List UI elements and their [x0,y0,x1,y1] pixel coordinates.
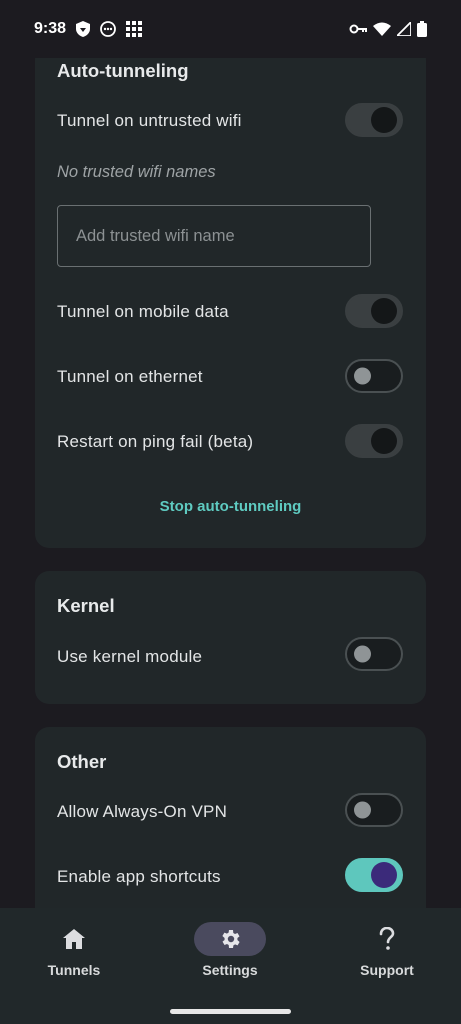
app-shortcuts-label: Enable app shortcuts [57,867,221,886]
mobile-data-toggle[interactable] [345,294,403,328]
auto-tunneling-card: Auto-tunneling Tunnel on untrusted wifi … [35,58,426,548]
settings-content[interactable]: Auto-tunneling Tunnel on untrusted wifi … [0,58,461,908]
always-on-vpn-label: Allow Always-On VPN [57,802,228,821]
app-shortcuts-toggle[interactable] [345,858,403,892]
gesture-handle[interactable] [170,1009,291,1014]
grid-app-icon [126,21,143,37]
trusted-wifi-input[interactable] [58,206,370,266]
bottom-navigation: Tunnels Settings Support [0,908,461,1024]
question-mark-icon [379,927,395,950]
kernel-module-label: Use kernel module [57,647,203,666]
ping-fail-toggle[interactable] [345,424,403,458]
vpn-key-icon [349,24,367,34]
nav-tunnels[interactable]: Tunnels [14,922,134,978]
ping-fail-label: Restart on ping fail (beta) [57,432,254,451]
mobile-data-label: Tunnel on mobile data [57,302,229,321]
messaging-icon [100,21,116,37]
trusted-wifi-input-field[interactable] [57,205,371,267]
other-title: Other [57,751,107,772]
home-icon [63,929,85,949]
stop-auto-tunneling-button[interactable]: Stop auto-tunneling [35,498,426,515]
ethernet-label: Tunnel on ethernet [57,367,203,386]
kernel-module-toggle[interactable] [345,637,403,671]
no-trusted-wifi-hint: No trusted wifi names [57,163,216,181]
status-time: 9:38 [34,20,67,37]
nav-support-label: Support [360,962,414,978]
nav-settings-label: Settings [202,962,258,978]
nav-support[interactable]: Support [327,922,447,978]
wifi-icon [373,22,391,36]
settings-screen: 9:38 Auto-tunneling Tunnel on untrusted … [0,0,461,1024]
other-card: Other Allow Always-On VPN Enable app sho… [35,727,426,908]
auto-tunneling-title: Auto-tunneling [57,60,189,81]
untrusted-wifi-toggle[interactable] [345,103,403,137]
status-bar: 9:38 [0,0,461,58]
ethernet-toggle[interactable] [345,359,403,393]
kernel-title: Kernel [57,595,115,616]
nav-settings[interactable]: Settings [170,922,290,978]
kernel-card: Kernel Use kernel module [35,571,426,704]
vpn-shield-icon [76,21,91,37]
always-on-vpn-toggle[interactable] [345,793,403,827]
nav-settings-indicator [194,922,266,956]
gear-icon [222,930,240,948]
untrusted-wifi-label: Tunnel on untrusted wifi [57,111,242,130]
signal-icon [397,22,411,36]
nav-tunnels-label: Tunnels [47,962,101,978]
battery-icon [417,21,427,37]
